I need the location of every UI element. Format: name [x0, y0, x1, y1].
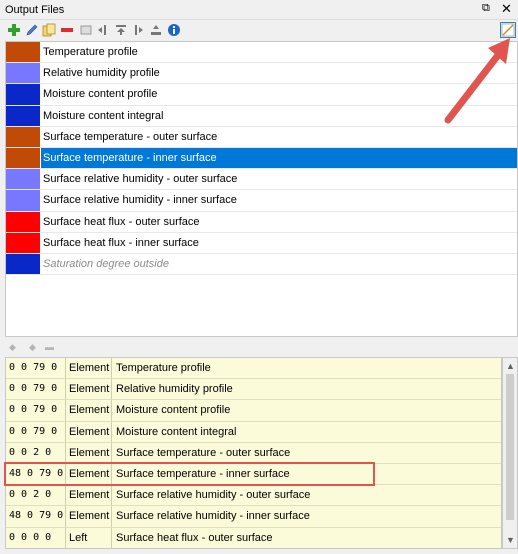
scroll-down-icon[interactable]: ▼ — [506, 535, 515, 545]
type-cell[interactable]: Element — [66, 442, 112, 463]
add-icon[interactable] — [7, 23, 21, 37]
color-swatch[interactable] — [6, 169, 40, 190]
table-row[interactable]: 0 0 79 0 Element Moisture content integral — [6, 421, 501, 443]
panel-titlebar: Output Files ⧉ ✕ — [0, 0, 518, 20]
move-right-icon[interactable] — [131, 23, 145, 37]
toolbar — [0, 20, 518, 41]
float-window-icon[interactable]: ⧉ — [482, 2, 494, 16]
output-label: Surface relative humidity - outer surfac… — [43, 173, 238, 186]
name-cell[interactable]: Surface relative humidity - inner surfac… — [112, 506, 501, 526]
type-cell[interactable]: Element — [66, 421, 112, 442]
output-label: Surface temperature - outer surface — [43, 130, 218, 143]
name-cell[interactable]: Surface heat flux - outer surface — [112, 528, 501, 548]
remove-detail-icon[interactable]: ▬ — [45, 342, 54, 352]
remove-icon[interactable] — [60, 23, 74, 37]
detail-toolbar: ◆ ◆ ▬ — [0, 340, 518, 356]
export-icon[interactable] — [149, 23, 163, 37]
output-list-item[interactable]: Relative humidity profile — [6, 63, 517, 85]
output-list-item[interactable]: Surface relative humidity - outer surfac… — [6, 169, 517, 191]
position-cell[interactable]: 48 0 79 0 — [6, 506, 66, 527]
output-list-item[interactable]: Surface temperature - inner surface — [6, 147, 517, 170]
type-cell[interactable]: Element — [66, 463, 112, 485]
type-cell[interactable]: Element — [66, 400, 112, 421]
table-row[interactable]: 0 0 2 0 Element Surface temperature - oute… — [6, 442, 501, 464]
type-cell[interactable]: Element — [66, 379, 112, 400]
position-cell[interactable]: 0 0 2 0 — [6, 442, 66, 463]
position-cell[interactable]: 48 0 79 0 — [6, 463, 66, 485]
details-scrollbar[interactable]: ▲ ▼ — [502, 357, 518, 549]
output-label: Moisture content integral — [43, 109, 164, 122]
output-list-item[interactable]: Temperature profile — [6, 42, 517, 64]
table-row[interactable]: 0 0 2 0 Element Surface relative humidity … — [6, 485, 501, 507]
move-detail-icon[interactable]: ◆ — [29, 342, 36, 353]
output-label: Surface heat flux - outer surface — [43, 215, 200, 228]
position-cell[interactable]: 0 0 0 0 — [6, 527, 66, 548]
close-icon[interactable]: ✕ — [501, 1, 513, 16]
color-swatch[interactable] — [6, 232, 40, 253]
output-list-item[interactable]: Moisture content integral — [6, 105, 517, 127]
name-cell[interactable]: Temperature profile — [112, 358, 501, 378]
output-label: Moisture content profile — [43, 88, 158, 101]
output-list-item[interactable]: Saturation degree outside — [6, 253, 517, 276]
output-list-item[interactable]: Surface relative humidity - inner surfac… — [6, 190, 517, 212]
output-label: Relative humidity profile — [43, 67, 160, 80]
table-row[interactable]: 0 0 79 0 Element Moisture content profile — [6, 400, 501, 422]
type-cell[interactable]: Left — [66, 527, 112, 548]
type-cell[interactable]: Element — [66, 485, 112, 506]
panel-title: Output Files — [5, 4, 65, 16]
copy-icon[interactable] — [42, 23, 56, 37]
output-label: Saturation degree outside — [43, 257, 169, 270]
chart-edit-icon[interactable] — [500, 22, 516, 38]
position-cell[interactable]: 0 0 79 0 — [6, 400, 66, 421]
color-swatch[interactable] — [6, 105, 40, 126]
type-cell[interactable]: Element — [66, 358, 112, 379]
name-cell[interactable]: Relative humidity profile — [112, 379, 501, 399]
output-label: Temperature profile — [43, 46, 138, 58]
info-icon[interactable] — [167, 23, 181, 37]
color-swatch[interactable] — [6, 84, 40, 105]
output-label: Surface temperature - inner surface — [43, 151, 217, 164]
name-cell[interactable]: Surface temperature - inner surface — [112, 464, 501, 484]
color-swatch[interactable] — [6, 211, 40, 232]
scroll-up-icon[interactable]: ▲ — [506, 361, 515, 371]
output-list-item[interactable]: Moisture content profile — [6, 84, 517, 106]
color-swatch[interactable] — [6, 126, 40, 147]
scroll-thumb[interactable] — [506, 374, 514, 520]
output-list-item[interactable]: Surface temperature - outer surface — [6, 126, 517, 148]
move-up-icon[interactable] — [114, 23, 128, 37]
output-list-item[interactable]: Surface heat flux - inner surface — [6, 232, 517, 254]
color-swatch[interactable] — [6, 42, 40, 63]
image-icon[interactable] — [79, 23, 93, 37]
table-row[interactable]: 48 0 79 0 Element Surface relative humidit… — [6, 506, 501, 528]
position-cell[interactable]: 0 0 79 0 — [6, 421, 66, 442]
position-cell[interactable]: 0 0 2 0 — [6, 485, 66, 506]
color-swatch[interactable] — [6, 147, 40, 169]
output-label: Surface relative humidity - inner surfac… — [43, 194, 237, 207]
edit-icon[interactable] — [25, 23, 39, 37]
position-cell[interactable]: 0 0 79 0 — [6, 358, 66, 379]
output-label: Surface heat flux - inner surface — [43, 236, 199, 249]
table-row[interactable]: 0 0 79 0 Element Relative humidity profile — [6, 379, 501, 401]
output-list-item[interactable]: Surface heat flux - outer surface — [6, 211, 517, 233]
color-swatch[interactable] — [6, 190, 40, 211]
position-cell[interactable]: 0 0 79 0 — [6, 379, 66, 400]
table-row[interactable]: 48 0 79 0 Element Surface temperature - in… — [6, 463, 501, 486]
name-cell[interactable]: Surface temperature - outer surface — [112, 443, 501, 463]
output-details-table[interactable]: 0 0 79 0 Element Temperature profile 0 0 79… — [5, 357, 502, 549]
output-files-list[interactable]: Temperature profile Relative humidity pro… — [5, 41, 518, 337]
name-cell[interactable]: Moisture content profile — [112, 400, 501, 420]
table-row[interactable]: 0 0 79 0 Element Temperature profile — [6, 358, 501, 380]
table-row[interactable]: 0 0 0 0 Left Surface heat flux - outer sur… — [6, 527, 501, 548]
color-swatch[interactable] — [6, 253, 40, 275]
color-swatch[interactable] — [6, 63, 40, 84]
name-cell[interactable]: Moisture content integral — [112, 422, 501, 442]
name-cell[interactable]: Surface relative humidity - outer surfac… — [112, 485, 501, 505]
type-cell[interactable]: Element — [66, 506, 112, 527]
add-detail-icon[interactable]: ◆ — [9, 342, 16, 353]
move-left-icon[interactable] — [96, 23, 110, 37]
